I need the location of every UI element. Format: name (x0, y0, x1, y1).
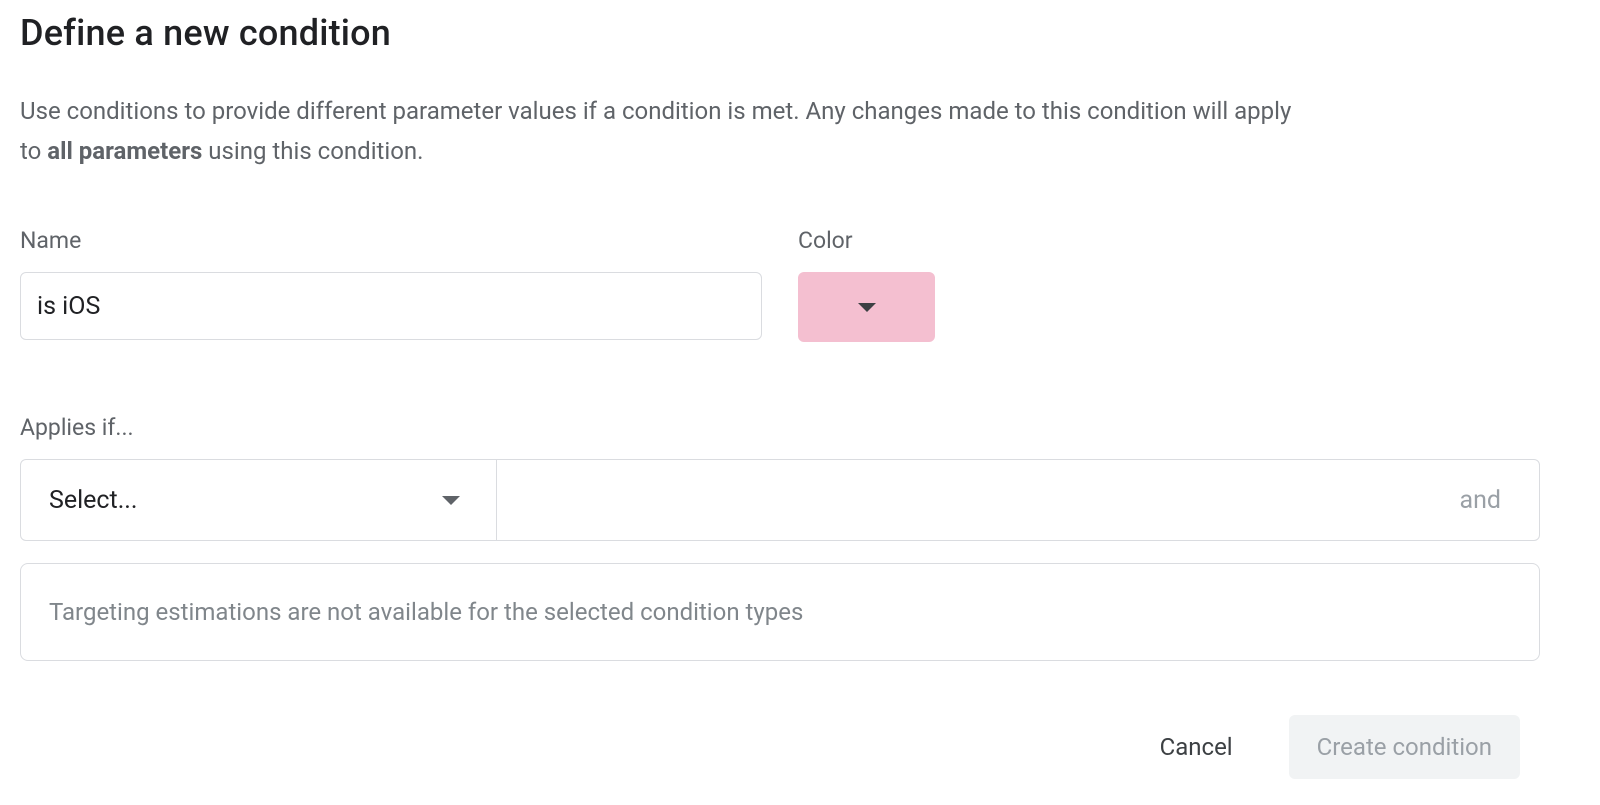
create-condition-button[interactable]: Create condition (1289, 715, 1520, 779)
condition-value-area[interactable] (497, 460, 1421, 540)
select-placeholder-text: Select... (49, 486, 137, 515)
color-label: Color (798, 227, 935, 254)
description-part2: using this condition. (202, 137, 423, 165)
condition-type-select[interactable]: Select... (21, 460, 497, 540)
chevron-down-icon (858, 303, 876, 312)
name-label: Name (20, 227, 762, 254)
chevron-down-icon (442, 496, 460, 505)
color-picker[interactable] (798, 272, 935, 342)
define-condition-dialog: Define a new condition Use conditions to… (0, 0, 1600, 799)
dialog-description: Use conditions to provide different para… (20, 92, 1300, 171)
name-color-row: Name Color (20, 227, 1580, 342)
dialog-footer: Cancel Create condition (20, 715, 1580, 779)
dialog-title: Define a new condition (20, 12, 1580, 54)
and-operator-label: and (1421, 460, 1539, 540)
cancel-button[interactable]: Cancel (1152, 721, 1241, 773)
name-field-group: Name (20, 227, 762, 342)
applies-condition-row: Select... and (20, 459, 1540, 541)
name-input[interactable] (20, 272, 762, 340)
description-bold: all parameters (47, 137, 202, 165)
applies-label: Applies if... (20, 414, 1580, 441)
color-field-group: Color (798, 227, 935, 342)
targeting-info-message: Targeting estimations are not available … (20, 563, 1540, 661)
